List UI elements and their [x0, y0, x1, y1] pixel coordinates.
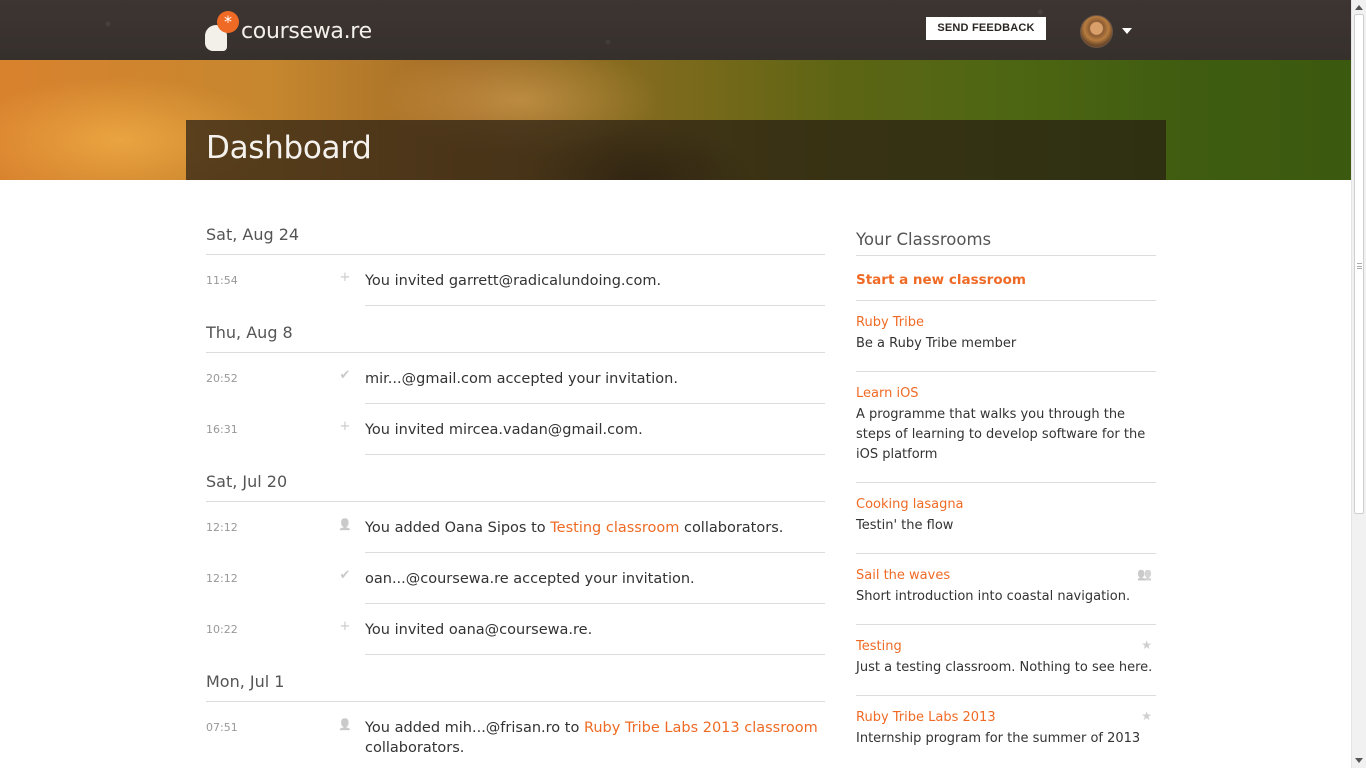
- top-navbar: * coursewa.re SEND FEEDBACK: [0, 0, 1351, 60]
- feed-entry: 07:51 👤 You added mih...@frisan.ro to Ruby…: [206, 702, 825, 768]
- feed-entry: 12:12 👤 You added Oana Sipos to Testing cl…: [206, 502, 825, 553]
- classrooms-sidebar: Your Classrooms Start a new classroom Ru…: [856, 228, 1156, 766]
- entry-time: 07:51: [206, 721, 238, 734]
- entry-text-body: mir...@gmail.com accepted your invitatio…: [365, 371, 678, 387]
- classroom-item: Cooking lasagna Testin' the flow: [856, 483, 1156, 554]
- entry-time: 20:52: [206, 372, 238, 385]
- start-new-classroom-link[interactable]: Start a new classroom: [856, 256, 1156, 301]
- entry-text: You invited garrett@radicalundoing.com.: [365, 255, 825, 306]
- classroom-name-link[interactable]: Sail the waves: [856, 567, 950, 585]
- classroom-description: Testin' the flow: [856, 518, 954, 533]
- feed-entry: 11:54 + You invited garrett@radicalundoing…: [206, 255, 825, 306]
- plus-icon: +: [339, 270, 351, 285]
- user-avatar[interactable]: [1080, 15, 1113, 48]
- classroom-name-link[interactable]: Testing: [856, 638, 902, 656]
- add-user-icon: 👤: [338, 518, 352, 531]
- caret-down-icon[interactable]: [1122, 28, 1132, 34]
- classroom-item: Ruby Tribe Be a Ruby Tribe member: [856, 301, 1156, 372]
- logo-text: coursewa.re: [241, 18, 372, 44]
- entry-text: You invited mircea.vadan@gmail.com.: [365, 404, 825, 455]
- classroom-name-link[interactable]: Cooking lasagna: [856, 496, 964, 514]
- entry-text: oan...@coursewa.re accepted your invitat…: [365, 553, 825, 604]
- page-title: Dashboard: [206, 130, 372, 166]
- entry-text-body: You invited oana@coursewa.re.: [365, 622, 593, 638]
- check-icon: ✔: [339, 368, 351, 383]
- entry-text-suffix: collaborators.: [679, 520, 784, 536]
- classroom-description: Be a Ruby Tribe member: [856, 336, 1017, 351]
- plus-icon: +: [339, 419, 351, 434]
- star-icon[interactable]: ★: [1141, 710, 1152, 722]
- day-group: Sat, Aug 24 11:54 + You invited garrett@rad…: [206, 220, 825, 306]
- classroom-link[interactable]: Ruby Tribe Labs 2013 classroom: [584, 720, 818, 736]
- classroom-link[interactable]: Testing classroom: [550, 520, 679, 536]
- scroll-up-arrow-icon[interactable]: [1355, 5, 1363, 10]
- logo[interactable]: * coursewa.re: [205, 10, 372, 52]
- entry-time: 16:31: [206, 423, 238, 436]
- plus-icon: +: [339, 619, 351, 634]
- classroom-name-link[interactable]: Ruby Tribe: [856, 314, 924, 332]
- classroom-list: Ruby Tribe Be a Ruby Tribe member Learn iO…: [856, 301, 1156, 766]
- day-heading: Mon, Jul 1: [206, 667, 825, 702]
- classroom-description: Internship program for the summer of 201…: [856, 731, 1141, 746]
- add-user-icon: 👤: [338, 718, 352, 731]
- entry-text-prefix: You added Oana Sipos to: [365, 520, 551, 536]
- feed-entry: 16:31 + You invited mircea.vadan@gmail.com…: [206, 404, 825, 455]
- classroom-item: Sail the waves Short introduction into co…: [856, 554, 1156, 625]
- day-group: Mon, Jul 1 07:51 👤 You added mih...@frisan.…: [206, 667, 825, 768]
- sidebar-title: Your Classrooms: [856, 228, 1156, 256]
- classroom-description: Just a testing classroom. Nothing to see…: [856, 660, 1153, 675]
- classroom-name-link[interactable]: Learn iOS: [856, 385, 919, 403]
- star-icon[interactable]: ★: [1141, 639, 1152, 651]
- entry-text-body: You invited mircea.vadan@gmail.com.: [365, 422, 643, 438]
- entry-text: You added Oana Sipos to Testing classroo…: [365, 502, 825, 553]
- classroom-name-link[interactable]: Ruby Tribe Labs 2013: [856, 709, 996, 727]
- check-icon: ✔: [339, 568, 351, 583]
- logo-star-icon: *: [217, 11, 239, 33]
- entry-text-body: You invited garrett@radicalundoing.com.: [365, 273, 662, 289]
- classroom-description: Short introduction into coastal navigati…: [856, 589, 1131, 604]
- entry-time: 10:22: [206, 623, 238, 636]
- scrollbar-thumb[interactable]: [1354, 14, 1364, 514]
- classroom-item: Testing Just a testing classroom. Nothing…: [856, 625, 1156, 696]
- entry-time: 12:12: [206, 521, 238, 534]
- entry-text: mir...@gmail.com accepted your invitatio…: [365, 353, 825, 404]
- classroom-item: Ruby Tribe Labs 2013 Internship program f…: [856, 696, 1156, 766]
- classroom-item: Learn iOS A programme that walks you thro…: [856, 372, 1156, 483]
- entry-text: You invited oana@coursewa.re.: [365, 604, 825, 655]
- send-feedback-button[interactable]: SEND FEEDBACK: [926, 17, 1046, 40]
- day-group: Sat, Jul 20 12:12 👤 You added Oana Sipos to…: [206, 467, 825, 655]
- day-heading: Sat, Aug 24: [206, 220, 825, 255]
- scroll-grip-icon: [1357, 263, 1362, 269]
- day-group: Thu, Aug 8 20:52 ✔ mir...@gmail.com accepte…: [206, 318, 825, 455]
- day-heading: Thu, Aug 8: [206, 318, 825, 353]
- entry-text: You added mih...@frisan.ro to Ruby Tribe…: [365, 702, 825, 768]
- page-title-bar: Dashboard: [186, 120, 1166, 180]
- day-heading: Sat, Jul 20: [206, 467, 825, 502]
- logo-icon: *: [205, 11, 239, 51]
- feed-entry: 10:22 + You invited oana@coursewa.re.: [206, 604, 825, 655]
- classroom-description: A programme that walks you through the s…: [856, 407, 1146, 462]
- feed-entry: 12:12 ✔ oan...@coursewa.re accepted your i…: [206, 553, 825, 604]
- activity-feed: Sat, Aug 24 11:54 + You invited garrett@rad…: [206, 220, 825, 768]
- entry-text-suffix: collaborators.: [365, 740, 465, 756]
- entry-time: 11:54: [206, 274, 238, 287]
- collaborators-icon[interactable]: 👥: [1137, 568, 1152, 580]
- entry-time: 12:12: [206, 572, 238, 585]
- scroll-down-arrow-icon[interactable]: [1355, 758, 1363, 763]
- entry-text-prefix: You added mih...@frisan.ro to: [365, 720, 584, 736]
- entry-text-body: oan...@coursewa.re accepted your invitat…: [365, 571, 695, 587]
- vertical-scrollbar[interactable]: [1351, 0, 1366, 768]
- feed-entry: 20:52 ✔ mir...@gmail.com accepted your inv…: [206, 353, 825, 404]
